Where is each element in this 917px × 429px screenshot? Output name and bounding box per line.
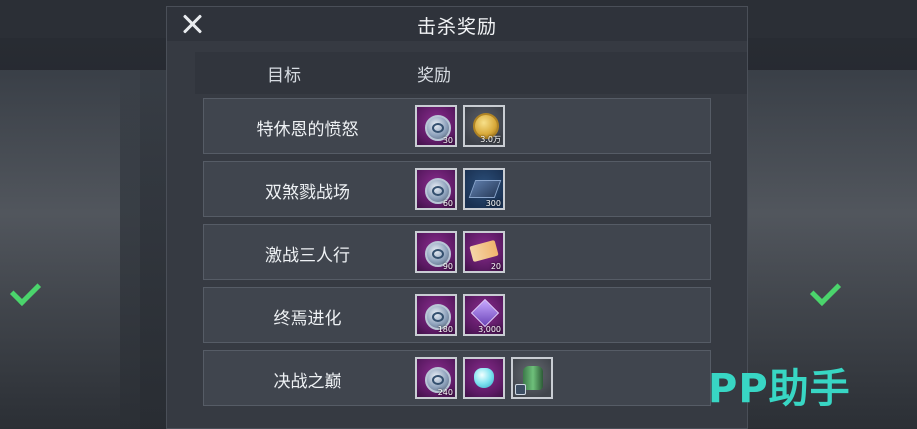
ticket-icon [469,239,499,263]
row-target-name: 决战之巅 [273,372,342,392]
item-quantity: 3.0万 [480,135,501,144]
row-target-name: 双煞戮战场 [265,183,350,203]
watermark-logo: PP助手 [708,366,851,412]
reward-row: 终焉进化 180 3,000 [203,287,711,343]
reward-item[interactable]: 3.0万 [463,105,505,147]
reward-item[interactable] [511,357,553,399]
row-target-name: 终焉进化 [273,309,342,329]
reward-row: 特休恩的愤怒 30 3.0万 [203,98,711,154]
reward-row: 双煞戮战场 60 300 [203,161,711,217]
lock-icon [515,384,526,395]
reward-item[interactable] [463,357,505,399]
reward-item[interactable]: 60 [415,168,457,210]
item-quantity: 90 [442,262,453,271]
panel-header: 击杀奖励 [167,7,747,41]
green-can-icon [523,366,543,390]
crystal-icon [474,368,494,388]
reward-row: 决战之巅 240 [203,350,711,406]
item-quantity: 300 [485,199,501,208]
reward-item[interactable]: 20 [463,231,505,273]
reward-item[interactable]: 3,000 [463,294,505,336]
column-header: 目标 奖励 [195,52,747,94]
reward-item[interactable]: 90 [415,231,457,273]
item-quantity: 60 [442,199,453,208]
panel-title: 击杀奖励 [416,16,497,38]
purple-gem-icon [470,298,500,328]
item-quantity: 180 [437,325,453,334]
background-character-card-left [0,70,140,429]
column-reward-label: 奖励 [417,66,451,86]
kill-reward-panel: 击杀奖励 目标 奖励 特休恩的愤怒 30 3.0万 双煞戮战场 60 300 激… [166,6,748,429]
reward-row: 激战三人行 90 20 [203,224,711,280]
item-quantity: 3,000 [478,325,501,334]
column-target-label: 目标 [267,66,301,86]
item-quantity: 240 [437,388,453,397]
reward-item[interactable]: 300 [463,168,505,210]
row-target-name: 特休恩的愤怒 [256,120,359,140]
item-quantity: 20 [490,262,501,271]
reward-item[interactable]: 180 [415,294,457,336]
item-quantity: 30 [442,136,453,145]
row-target-name: 激战三人行 [265,246,350,266]
reward-item[interactable]: 30 [415,105,457,147]
blue-cube-icon [468,180,502,198]
reward-item[interactable]: 240 [415,357,457,399]
